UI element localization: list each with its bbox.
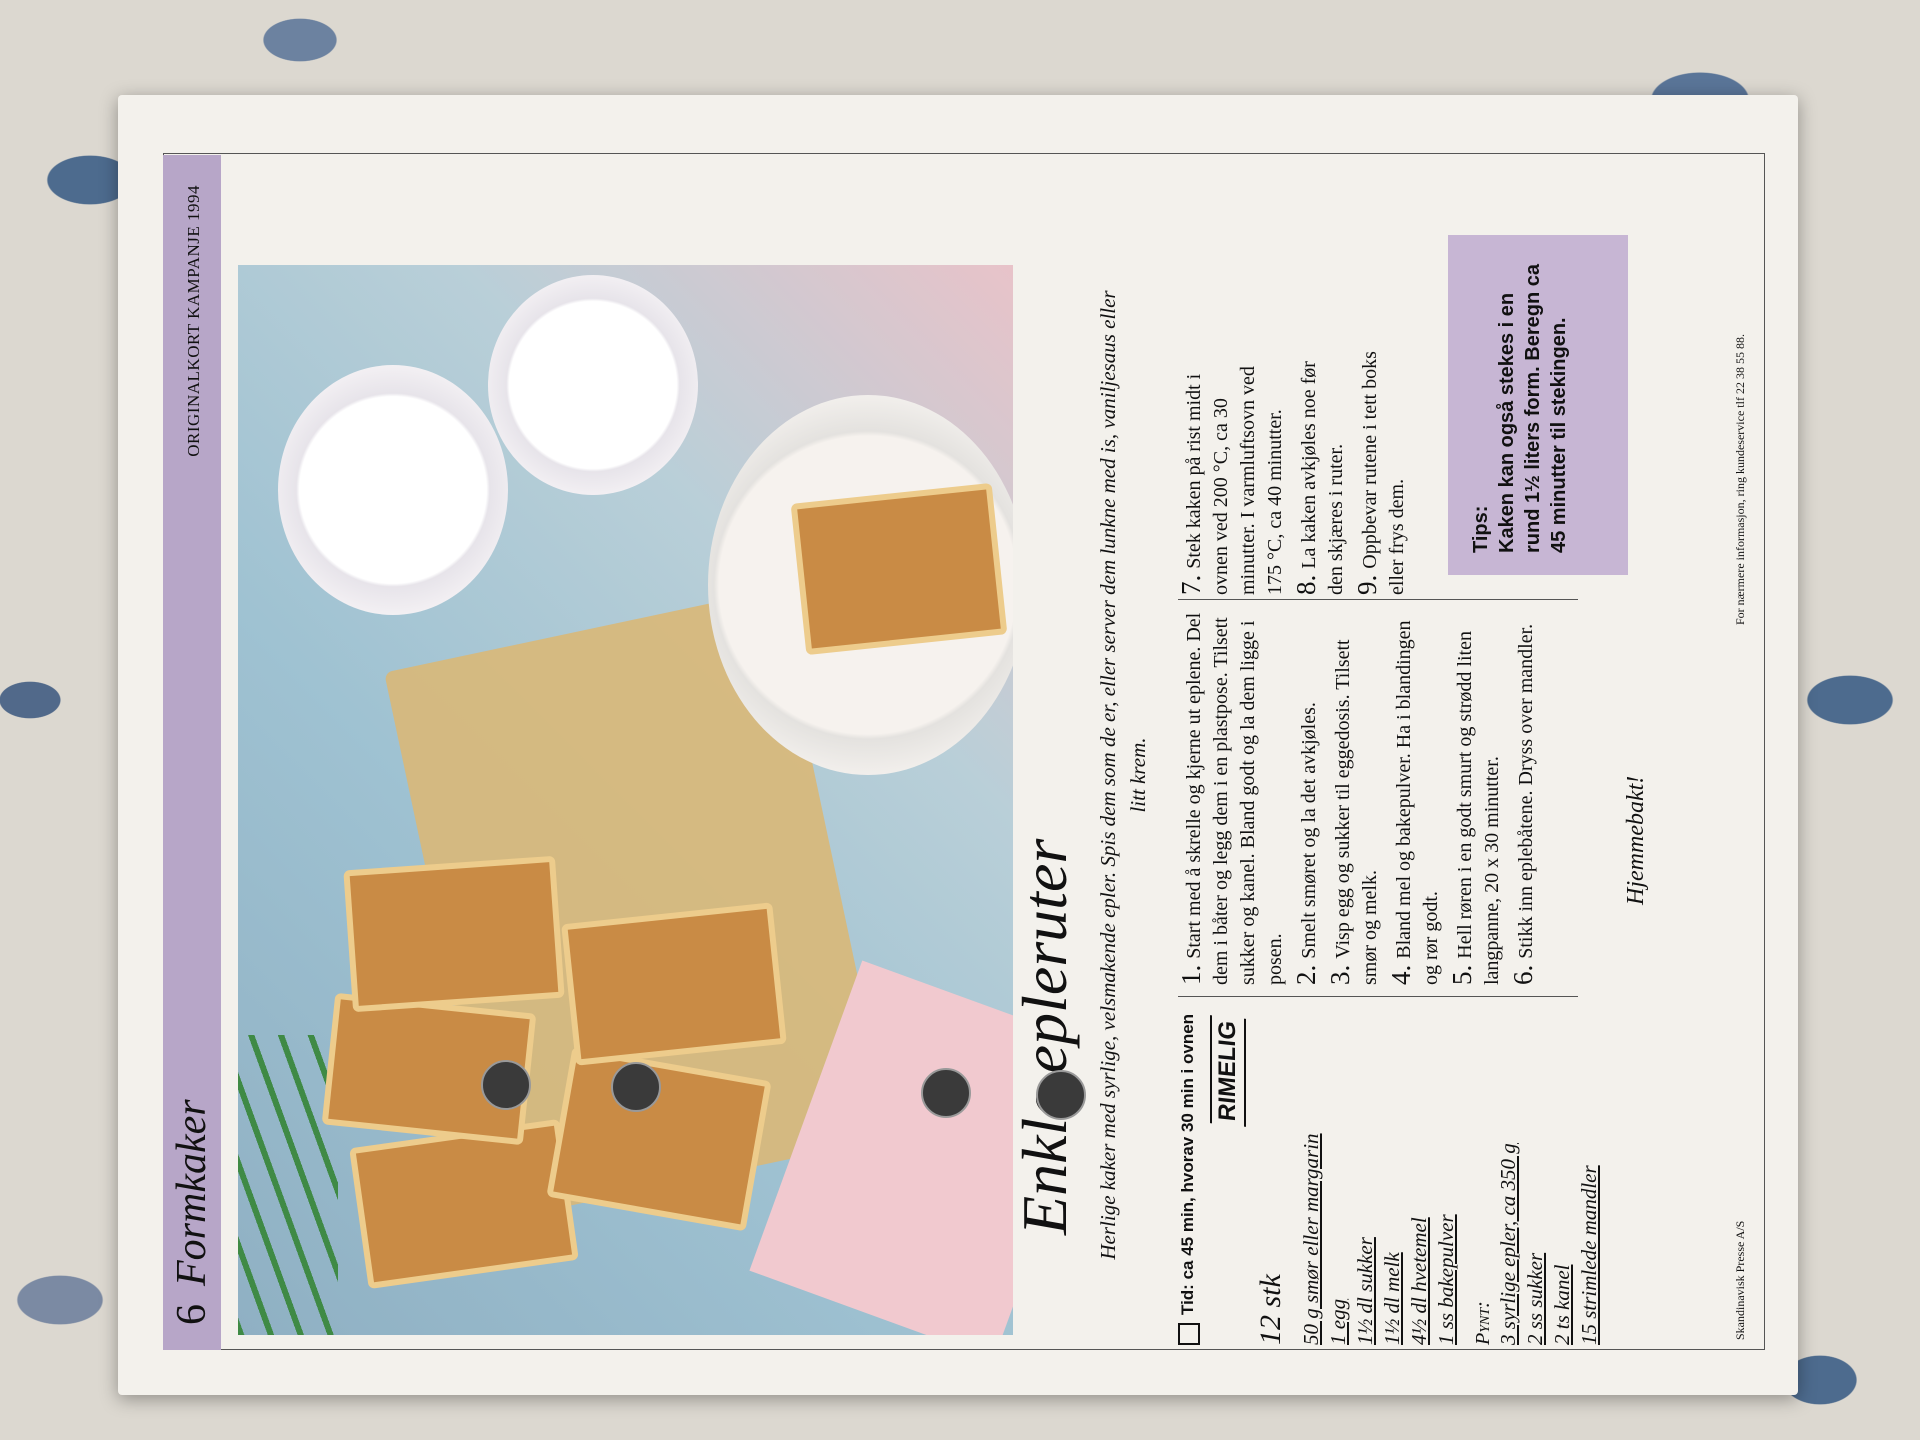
binder-hole xyxy=(1036,1070,1086,1120)
step-number: 1. xyxy=(1176,964,1206,985)
column-divider xyxy=(1178,996,1578,997)
tips-box: Tips: Kaken kan også stekes i en rund 1½… xyxy=(1448,235,1628,575)
time-text: Tid: ca 45 min, hvorav 30 min i ovnen xyxy=(1178,1013,1197,1315)
step-item: 4.Bland mel og bakepulver. Ha i blanding… xyxy=(1386,605,1445,985)
ingredients-column: Tid: ca 45 min, hvorav 30 min i ovnen RI… xyxy=(1178,1005,1603,1345)
chapter-title: Formkaker xyxy=(169,1099,215,1286)
garnish-label: Pynt: xyxy=(1472,1301,1494,1345)
garnish-list: 3 syrlige epler, ca 350 g 2 ss sukker 2 … xyxy=(1495,1005,1603,1345)
garnish-item: 3 syrlige epler, ca 350 g xyxy=(1496,1143,1520,1345)
ingredient-item: 50 g smør eller margarin xyxy=(1299,1133,1323,1345)
step-item: 5.Hell røren i en godt smurt og strødd l… xyxy=(1447,605,1506,985)
step-number: 7. xyxy=(1176,574,1206,595)
photo-cake-on-plate xyxy=(790,482,1008,656)
chapter-number: 6 xyxy=(169,1304,215,1325)
step-text: Hell røren i en godt smurt og strødd lit… xyxy=(1454,631,1503,985)
garnish-item: 15 strimlede mandler xyxy=(1577,1165,1601,1345)
step-number: 2. xyxy=(1291,964,1321,985)
step-text: Start med å skrelle og kjerne ut eplene.… xyxy=(1183,612,1286,985)
step-item: 6. Stikk inn eplebåtene. Dryss over mandl… xyxy=(1508,605,1540,985)
step-item: 8.La kaken avkjøles noe før den skjæres … xyxy=(1291,335,1350,595)
recipe-card: 6 Formkaker ORIGINALKORT KAMPANJE 1994 En… xyxy=(118,95,1798,1395)
step-number: 3. xyxy=(1325,964,1355,985)
column-divider xyxy=(1178,599,1578,600)
photo-cake-piece xyxy=(343,855,565,1013)
step-number: 4. xyxy=(1386,964,1416,985)
campaign-label: ORIGINALKORT KAMPANJE 1994 xyxy=(184,185,203,457)
tips-text: Kaken kan også stekes i en rund 1½ liter… xyxy=(1496,264,1570,553)
photo-teacup xyxy=(488,275,698,495)
clock-icon xyxy=(1178,1323,1200,1345)
step-text: Bland mel og bakepulver. Ha i blandingen… xyxy=(1393,620,1442,985)
step-text: Smelt smøret og la det avkjøles. xyxy=(1298,702,1320,959)
garnish-item: 2 ts kanel xyxy=(1550,1264,1574,1345)
tips-label: Tips: xyxy=(1470,505,1492,553)
step-item: 1.Start med å skrelle og kjerne ut eplen… xyxy=(1176,605,1289,985)
ingredient-list: 50 g smør eller margarin 1 egg 1½ dl suk… xyxy=(1298,1005,1460,1345)
ingredient-item: 1 egg xyxy=(1326,1298,1350,1345)
step-number: 5. xyxy=(1447,964,1477,985)
price-badge: RIMELIG xyxy=(1210,1015,1246,1127)
steps-column-2: 7.Stek kaken på rist midt i ovnen ved 20… xyxy=(1176,335,1415,595)
photo-cake-piece xyxy=(561,902,787,1066)
step-item: 9.Oppbevar rutene i tett boks eller frys… xyxy=(1352,335,1411,595)
step-item: 3.Visp egg og sukker til eggedosis. Tils… xyxy=(1325,605,1384,985)
recipe-title: Enkle epleruter xyxy=(1009,838,1080,1235)
step-text: Visp egg og sukker til eggedosis. Tilset… xyxy=(1332,639,1381,985)
binder-hole xyxy=(481,1060,531,1110)
chapter-heading: 6 Formkaker xyxy=(168,1099,216,1325)
ingredient-item: 1½ dl melk xyxy=(1380,1252,1404,1345)
binder-hole xyxy=(611,1062,661,1112)
step-text: La kaken avkjøles noe før den skjæres i … xyxy=(1298,361,1347,595)
recipe-photo xyxy=(238,265,1013,1335)
servings: 12 stk xyxy=(1254,1274,1287,1345)
binder-hole xyxy=(921,1068,971,1118)
step-text: Stikk inn eplebåtene. Dryss over mandler… xyxy=(1515,623,1537,959)
step-number: 9. xyxy=(1352,574,1382,595)
ingredient-item: 4½ dl hvetemel xyxy=(1407,1217,1431,1345)
recipe-card-content: 6 Formkaker ORIGINALKORT KAMPANJE 1994 En… xyxy=(118,95,1798,1395)
step-text: Stek kaken på rist midt i ovnen ved 200 … xyxy=(1183,366,1286,595)
step-number: 6. xyxy=(1508,964,1538,985)
time-info: Tid: ca 45 min, hvorav 30 min i ovnen xyxy=(1178,1005,1200,1345)
customer-service-info: For nærmere informasjon, ring kundeservi… xyxy=(1733,334,1747,625)
step-number: 8. xyxy=(1291,574,1321,595)
publisher-credit: Skandinavisk Presse A/S xyxy=(1733,1220,1747,1340)
photo-leaves xyxy=(238,1035,338,1335)
signoff: Hjemmebakt! xyxy=(1623,775,1649,905)
recipe-subtitle: Herlige kaker med syrlige, velsmakende e… xyxy=(1096,290,1150,1260)
ingredient-item: 1 ss bakepulver xyxy=(1434,1214,1458,1345)
step-text: Oppbevar rutene i tett boks eller frys d… xyxy=(1359,351,1408,595)
photo-cake-piece xyxy=(349,1118,579,1290)
garnish-item: 2 ss sukker xyxy=(1523,1252,1547,1345)
photo-teacup xyxy=(278,365,508,615)
ingredient-item: 1½ dl sukker xyxy=(1353,1237,1377,1345)
steps-column-1: 1.Start med å skrelle og kjerne ut eplen… xyxy=(1176,605,1544,985)
step-item: 7.Stek kaken på rist midt i ovnen ved 20… xyxy=(1176,335,1289,595)
step-item: 2. Smelt smøret og la det avkjøles. xyxy=(1291,605,1323,985)
